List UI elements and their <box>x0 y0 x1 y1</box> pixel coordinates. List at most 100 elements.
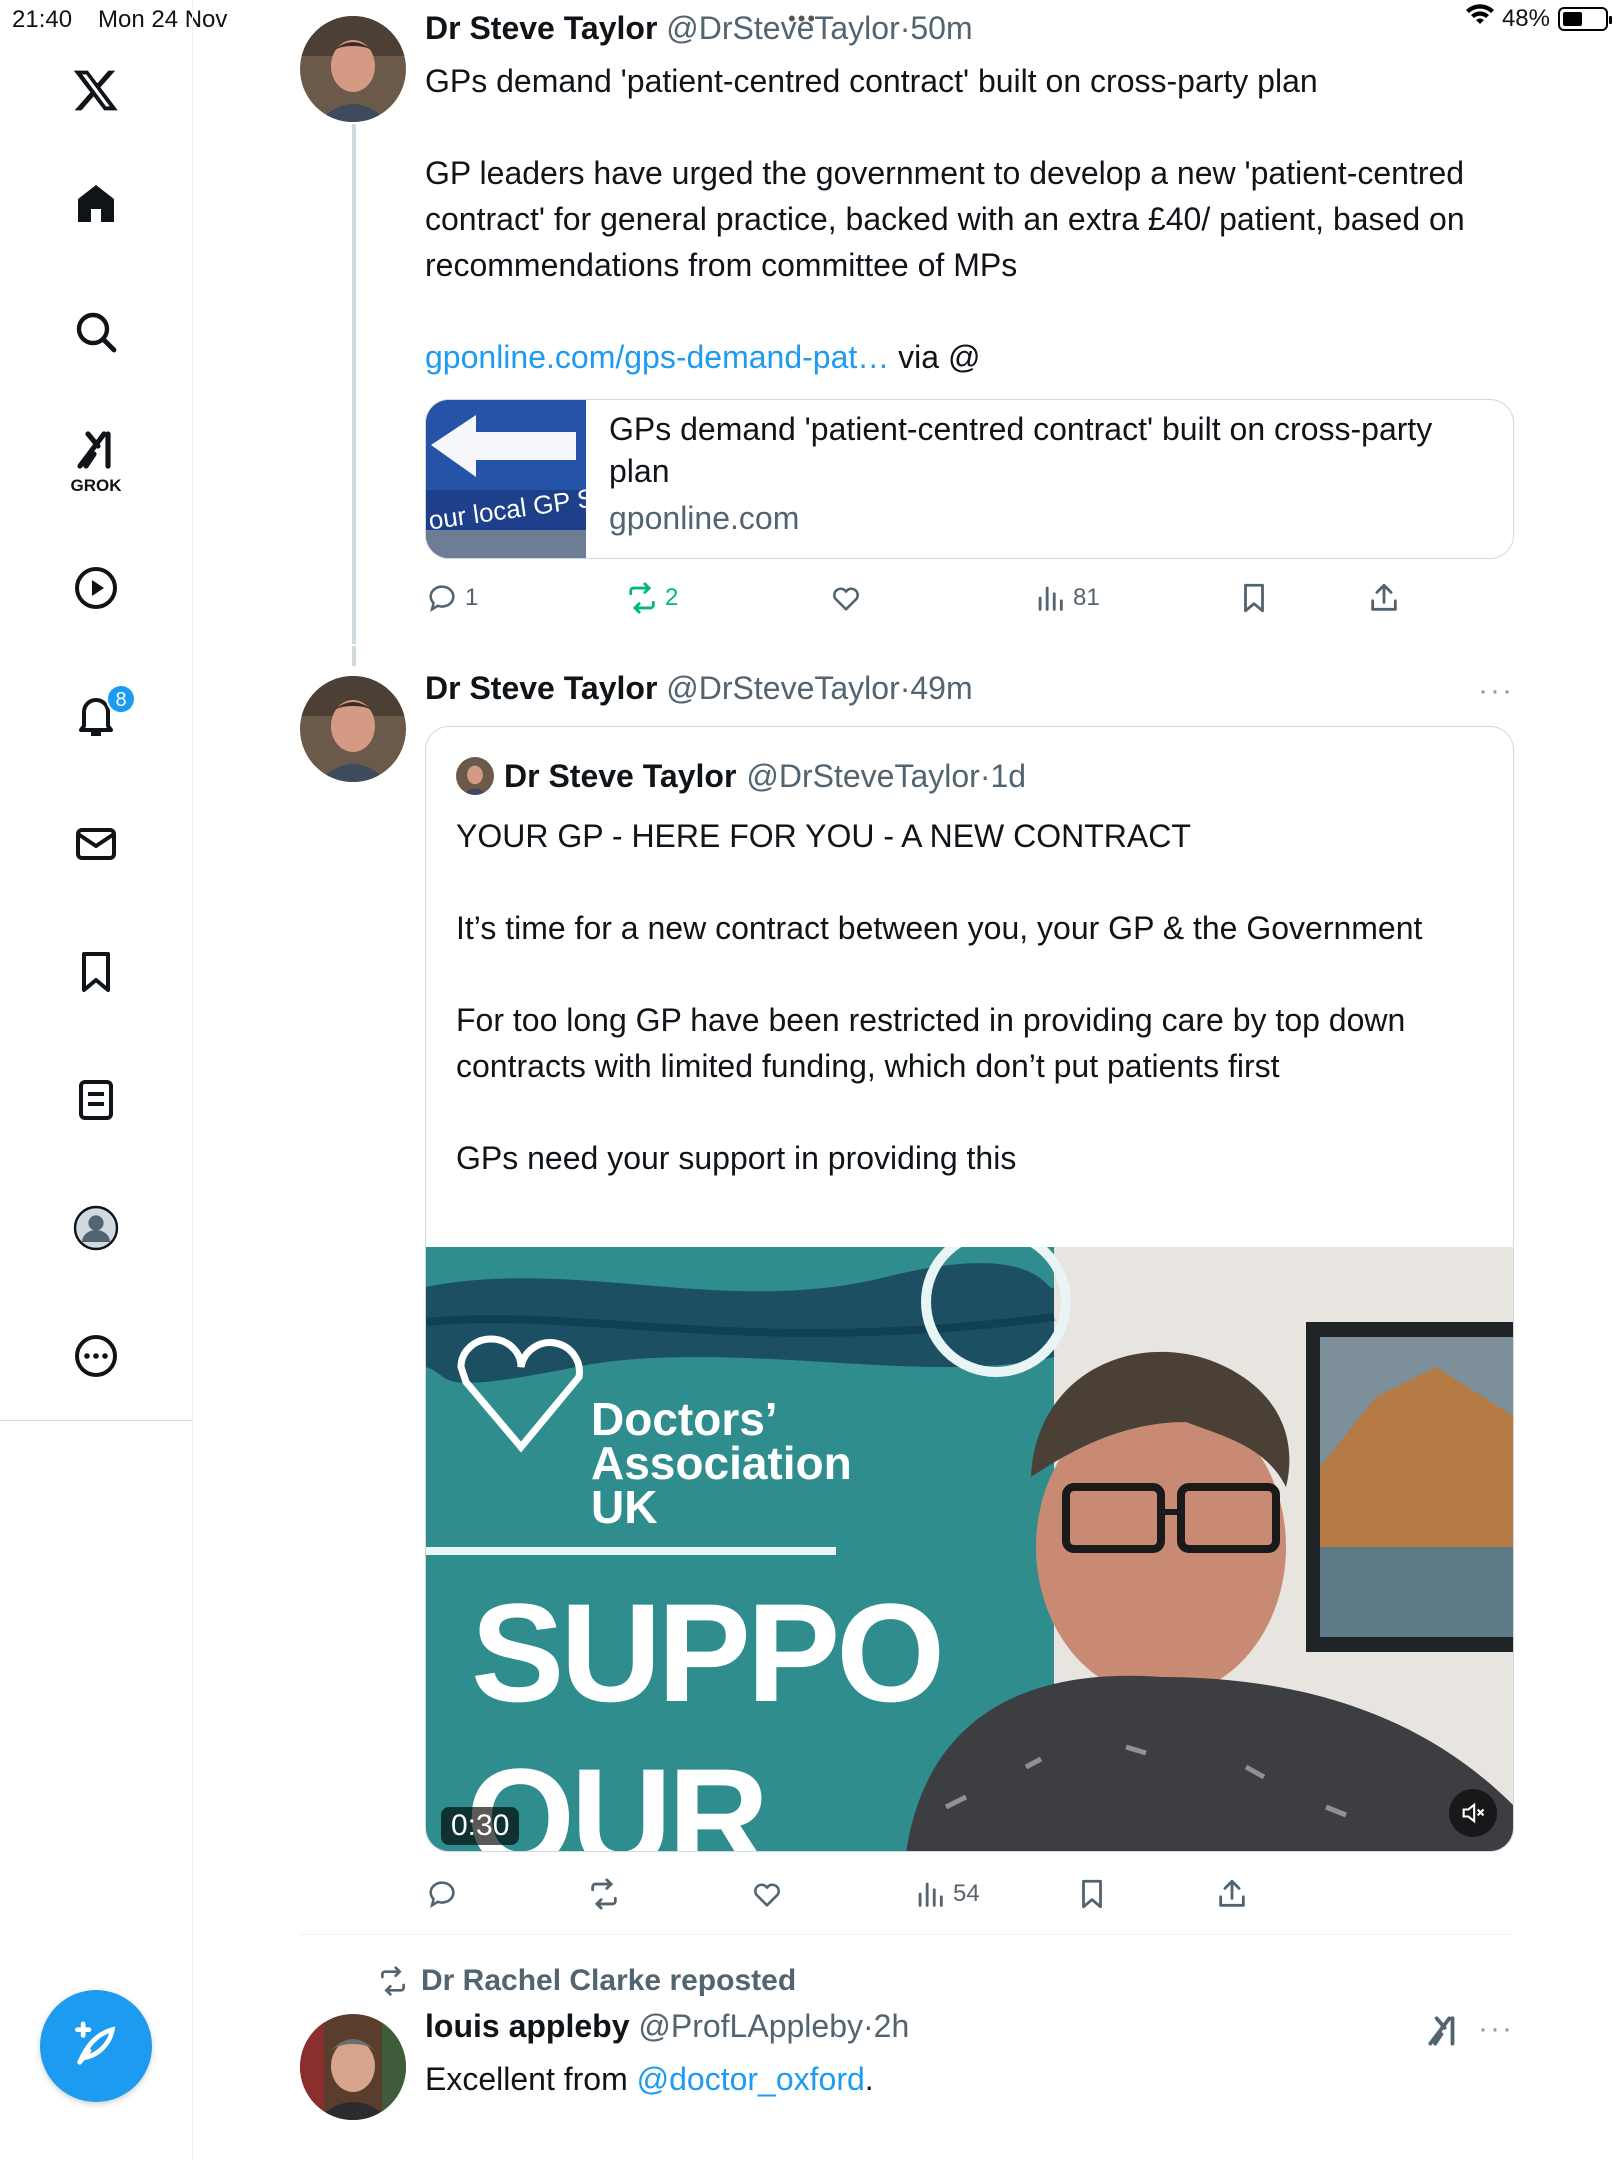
author-handle[interactable]: @ProfLAppleby <box>638 2008 863 2044</box>
lists-icon[interactable] <box>50 1054 142 1146</box>
via-text: via @ <box>889 339 981 375</box>
bookmarks-icon[interactable] <box>50 926 142 1018</box>
author-name[interactable]: louis appleby <box>425 2008 629 2044</box>
quoted-time: 1d <box>990 757 1027 794</box>
heart-icon <box>833 587 859 611</box>
reply-icon <box>429 585 455 613</box>
tweet-time[interactable]: 49m <box>910 670 972 706</box>
banner-line: Association <box>591 1437 852 1489</box>
views-chart-icon <box>1038 586 1063 611</box>
compose-post-button[interactable] <box>40 1990 152 2102</box>
like-button[interactable] <box>750 1877 784 1911</box>
mention-link[interactable]: @doctor_oxford <box>637 2061 865 2097</box>
battery-fill <box>1563 11 1582 26</box>
speaker-muted-icon <box>1462 1802 1485 1824</box>
battery-percent: 48% <box>1501 4 1550 32</box>
share-icon <box>1371 583 1397 611</box>
repost-count: 2 <box>665 584 679 611</box>
quoted-handle-text: @DrSteveTaylor <box>746 757 980 794</box>
tweet-link-line: gponline.com/gps-demand-pat… via @ <box>425 334 980 380</box>
author-name[interactable]: Dr Steve Taylor <box>425 10 657 46</box>
banner-text: Doctors’ Association UK <box>591 1393 852 1530</box>
banner-line: Doctors’ <box>591 1393 778 1445</box>
wifi-icon <box>1465 4 1494 33</box>
card-title: GPs demand 'patient-centred contract' bu… <box>609 411 1433 489</box>
tweet-divider <box>300 1934 1514 1935</box>
messages-envelope-icon[interactable] <box>50 798 142 890</box>
header-separator: · <box>862 2008 874 2044</box>
tweet-text: Excellent from @doctor_oxford. <box>425 2056 874 2102</box>
author-handle[interactable]: @DrSteveTaylor <box>666 670 899 706</box>
views-count: 81 <box>1073 584 1100 611</box>
tweet-header: Dr Steve Taylor @DrSteveTaylor·49m <box>425 670 973 707</box>
views-count: 54 <box>953 1880 980 1907</box>
avatar[interactable] <box>300 16 406 122</box>
header-separator: · <box>899 670 911 706</box>
sidebar: GROK 8 <box>0 0 193 2160</box>
repost-button[interactable] <box>587 1877 621 1911</box>
author-name[interactable]: Dr Steve Taylor <box>425 670 657 706</box>
repost-icon <box>591 1878 617 1910</box>
grok-label: GROK <box>70 476 122 495</box>
share-button[interactable] <box>1367 581 1401 615</box>
quoted-author-name: Dr Steve Taylor <box>504 757 737 794</box>
tweet-actions: 54 <box>425 1874 1515 1914</box>
link-preview-card[interactable]: our local GP S GPs demand 'patient-centr… <box>425 399 1514 559</box>
tweet-text: GPs demand 'patient-centred contract' bu… <box>425 63 1465 283</box>
views-button[interactable]: 81 <box>1033 581 1100 615</box>
notification-badge: 8 <box>106 684 136 714</box>
views-chart-icon <box>918 1882 943 1907</box>
bookmark-icon <box>1082 1879 1102 1909</box>
reply-button[interactable]: 1 <box>425 581 478 615</box>
bookmark-button[interactable] <box>1075 1877 1109 1911</box>
repost-indicator[interactable]: Dr Rachel Clarke reposted <box>377 1964 796 1998</box>
views-button[interactable]: 54 <box>913 1877 980 1911</box>
quoted-avatar <box>456 757 494 795</box>
tweet-text-part: Excellent from <box>425 2061 637 2097</box>
reply-icon <box>429 1881 455 1909</box>
video-play-icon[interactable] <box>50 542 142 634</box>
repost-button[interactable]: 2 <box>625 581 678 615</box>
search-icon[interactable] <box>50 286 142 378</box>
more-options-icon[interactable]: ··· <box>1478 2012 1514 2046</box>
bookmark-button[interactable] <box>1237 581 1271 615</box>
author-handle[interactable]: @DrSteveTaylor <box>666 10 899 46</box>
avatar[interactable] <box>300 676 406 782</box>
quoted-tweet[interactable]: Dr Steve Taylor @DrSteveTaylor·1d YOUR G… <box>425 726 1514 1852</box>
video-duration: 0:30 <box>441 1807 520 1845</box>
more-options-icon[interactable]: ··· <box>1478 674 1514 708</box>
repost-icon <box>381 1966 405 1996</box>
profile-avatar-icon[interactable] <box>50 1182 142 1274</box>
avatar[interactable] <box>300 2014 406 2120</box>
home-icon[interactable] <box>50 158 142 250</box>
reply-button[interactable] <box>425 1877 459 1911</box>
more-options-icon[interactable] <box>50 1310 142 1402</box>
reply-count: 1 <box>465 584 479 611</box>
quoted-tweet-header: Dr Steve Taylor @DrSteveTaylor·1d <box>456 757 1026 795</box>
tweet-time[interactable]: 2h <box>874 2008 910 2044</box>
like-button[interactable] <box>829 581 863 615</box>
mute-button[interactable] <box>1449 1789 1497 1837</box>
x-logo-icon[interactable] <box>50 44 142 136</box>
card-thumbnail: our local GP S <box>426 400 586 558</box>
tweet-time[interactable]: 50m <box>910 10 972 46</box>
status-right: 48% <box>1465 4 1612 33</box>
sidebar-divider <box>0 1420 193 1421</box>
video-player[interactable]: Doctors’ Association UK SUPPO OUR 0:30 <box>426 1247 1513 1851</box>
grok-icon[interactable] <box>1424 2012 1462 2055</box>
banner-big-text: SUPPO <box>471 1574 945 1731</box>
tweet-header: louis appleby @ProfLAppleby·2h <box>425 2008 909 2045</box>
quoted-separator: · <box>979 757 991 794</box>
repost-icon <box>629 582 655 614</box>
heart-icon <box>754 1883 780 1907</box>
share-icon <box>1219 1879 1245 1907</box>
tweet-header: Dr Steve Taylor @DrSteveTaylor·50m <box>425 10 973 47</box>
quoted-author-handle: @DrSteveTaylor·1d <box>746 758 1026 795</box>
bookmark-icon <box>1244 583 1264 613</box>
notifications-bell-icon[interactable] <box>50 670 142 762</box>
repost-label: Dr Rachel Clarke reposted <box>421 1964 797 1997</box>
share-button[interactable] <box>1215 1877 1249 1911</box>
article-link[interactable]: gponline.com/gps-demand-pat… <box>425 339 889 375</box>
battery-icon <box>1558 6 1612 31</box>
thread-connector <box>352 646 356 666</box>
